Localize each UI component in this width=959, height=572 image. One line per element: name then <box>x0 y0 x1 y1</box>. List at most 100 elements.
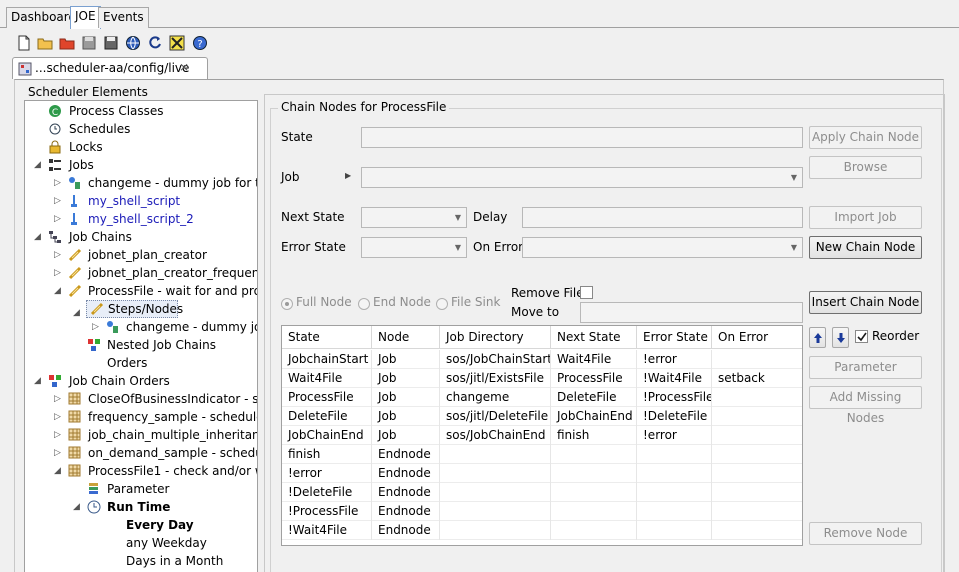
table-row[interactable]: JobchainStart Job sos/JobChainStart Wait4Fi… <box>282 350 802 369</box>
tree-item-every-day[interactable]: Every Day <box>25 516 257 534</box>
table-row[interactable]: finish Endnode <box>282 445 802 464</box>
table-row[interactable]: Wait4File Job sos/jitl/ExistsFile ProcessFi… <box>282 369 802 388</box>
table-row[interactable]: JobChainEnd Job sos/JobChainEnd finish !erro… <box>282 426 802 445</box>
collapse-arrow-icon[interactable]: ◢ <box>34 376 44 386</box>
chevron-down-icon: ▼ <box>790 173 798 182</box>
table-row[interactable]: !error Endnode <box>282 464 802 483</box>
end-node-radio[interactable]: End Node <box>358 295 438 313</box>
tree-item-nested-job-chains[interactable]: Nested Job Chains <box>25 336 257 354</box>
tree-item-order[interactable]: ▷ on_demand_sample - schedule t <box>25 444 257 462</box>
file-sink-radio[interactable]: File Sink <box>436 295 506 313</box>
reorder-checkbox[interactable]: Reorder <box>855 329 925 345</box>
reload-icon[interactable] <box>147 35 163 51</box>
tree-item-process-classes[interactable]: C Process Classes <box>25 102 257 120</box>
move-to-field[interactable] <box>580 302 803 323</box>
tab-joe[interactable]: JOE <box>70 6 101 29</box>
web-service-icon[interactable] <box>125 35 141 51</box>
open-folder-icon[interactable] <box>37 35 53 51</box>
on-error-combo[interactable]: ▼ <box>522 237 803 258</box>
tree-item-job-chain[interactable]: ▷ jobnet_plan_creator <box>25 246 257 264</box>
tree-item-job-chain-orders[interactable]: ◢ Job Chain Orders <box>25 372 257 390</box>
save-as-icon[interactable] <box>103 35 119 51</box>
open-remote-icon[interactable] <box>59 35 75 51</box>
insert-chain-node-button[interactable]: Insert Chain Node <box>809 291 922 314</box>
collapse-arrow-icon[interactable]: ◢ <box>73 502 83 512</box>
tree-item-order[interactable]: ▷ CloseOfBusinessIndicator - sche <box>25 390 257 408</box>
collapse-arrow-icon[interactable]: ◢ <box>54 466 64 476</box>
chain-nodes-table[interactable]: State Node Job Directory Next State Erro… <box>281 325 803 546</box>
remove-node-button[interactable]: Remove Node <box>809 522 922 545</box>
remove-file-checkbox[interactable] <box>580 286 593 299</box>
tree-item-job-chain[interactable]: ◢ ProcessFile - wait for and proces <box>25 282 257 300</box>
content-assist-arrow-icon: ▶ <box>345 171 352 180</box>
expand-arrow-icon[interactable]: ▷ <box>54 394 64 404</box>
expand-arrow-icon[interactable]: ▷ <box>54 448 64 458</box>
expand-arrow-icon[interactable]: ▷ <box>92 322 102 332</box>
table-row[interactable]: ProcessFile Job changeme DeleteFile !Process… <box>282 388 802 407</box>
table-cell: Wait4File <box>551 350 637 369</box>
table-row[interactable]: DeleteFile Job sos/jitl/DeleteFile JobChain… <box>282 407 802 426</box>
tree-item-node[interactable]: ▷ changeme - dummy job <box>25 318 257 336</box>
tree-item-order[interactable]: ◢ ProcessFile1 - check and/or wait <box>25 462 257 480</box>
column-header-error-state[interactable]: Error State <box>637 326 712 349</box>
table-cell <box>637 521 712 540</box>
browse-button[interactable]: Browse <box>809 156 922 179</box>
collapse-arrow-icon[interactable]: ◢ <box>34 160 44 170</box>
tree-item-run-time[interactable]: ◢ Run Time <box>25 498 257 516</box>
move-down-button[interactable] <box>832 327 849 348</box>
tree-item-orders[interactable]: Orders <box>25 354 257 372</box>
table-cell <box>551 445 637 464</box>
state-field[interactable] <box>361 127 803 148</box>
tree-item-job[interactable]: ▷ my_shell_script <box>25 192 257 210</box>
delay-field[interactable] <box>522 207 803 228</box>
expand-arrow-icon[interactable]: ▷ <box>54 196 64 206</box>
tree-item-job[interactable]: ▷ my_shell_script_2 <box>25 210 257 228</box>
editor-tab[interactable]: ...scheduler-aa/config/live ⨯ <box>12 57 208 79</box>
expand-arrow-icon[interactable]: ▷ <box>54 178 64 188</box>
add-missing-nodes-button[interactable]: Add Missing Nodes <box>809 386 922 425</box>
tree-item-days-in-month[interactable]: Days in a Month <box>25 552 257 570</box>
tree-item-job-chain[interactable]: ▷ jobnet_plan_creator_frequency <box>25 264 257 282</box>
tree-item-locks[interactable]: Locks <box>25 138 257 156</box>
tree-item-job-chains[interactable]: ◢ Job Chains <box>25 228 257 246</box>
error-state-combo[interactable]: ▼ <box>361 237 467 258</box>
job-combo[interactable]: ▼ <box>361 167 803 188</box>
column-header-next-state[interactable]: Next State <box>551 326 637 349</box>
tree-item-order[interactable]: ▷ job_chain_multiple_inheritance_ <box>25 426 257 444</box>
column-header-state[interactable]: State <box>282 326 372 349</box>
new-file-icon[interactable] <box>16 35 32 51</box>
apply-chain-node-button[interactable]: Apply Chain Node <box>809 126 922 149</box>
expand-arrow-icon[interactable]: ▷ <box>54 268 64 278</box>
import-job-button[interactable]: Import Job <box>809 206 922 229</box>
parameter-button[interactable]: Parameter <box>809 356 922 379</box>
move-up-button[interactable] <box>809 327 826 348</box>
help-icon[interactable]: ? <box>192 35 208 51</box>
tree-item-any-weekday[interactable]: any Weekday <box>25 534 257 552</box>
tab-events[interactable]: Events <box>98 7 149 28</box>
tree-item-job[interactable]: ▷ changeme - dummy job for the <box>25 174 257 192</box>
new-chain-node-button[interactable]: New Chain Node <box>809 236 922 259</box>
close-icon[interactable]: ⨯ <box>179 60 189 74</box>
collapse-arrow-icon[interactable]: ◢ <box>73 308 83 318</box>
table-row[interactable]: !Wait4File Endnode <box>282 521 802 540</box>
tree-item-schedules[interactable]: Schedules <box>25 120 257 138</box>
expand-arrow-icon[interactable]: ▷ <box>54 430 64 440</box>
tree-item-jobs[interactable]: ◢ Jobs <box>25 156 257 174</box>
save-icon[interactable] <box>81 35 97 51</box>
expand-arrow-icon[interactable]: ▷ <box>54 412 64 422</box>
tree-item-parameter[interactable]: Parameter <box>25 480 257 498</box>
column-header-node[interactable]: Node <box>372 326 440 349</box>
column-header-on-error[interactable]: On Error <box>712 326 802 349</box>
expand-arrow-icon[interactable]: ▷ <box>54 250 64 260</box>
tree-item-order[interactable]: ▷ frequency_sample - schedule th <box>25 408 257 426</box>
column-header-job-directory[interactable]: Job Directory <box>440 326 551 349</box>
xml-icon[interactable] <box>169 35 185 51</box>
table-row[interactable]: !DeleteFile Endnode <box>282 483 802 502</box>
collapse-arrow-icon[interactable]: ◢ <box>34 232 44 242</box>
on-error-label: On Error <box>473 240 524 254</box>
next-state-combo[interactable]: ▼ <box>361 207 467 228</box>
tree-item-steps-nodes[interactable]: Steps/Nodes <box>86 300 183 318</box>
table-row[interactable]: !ProcessFile Endnode <box>282 502 802 521</box>
collapse-arrow-icon[interactable]: ◢ <box>54 286 64 296</box>
expand-arrow-icon[interactable]: ▷ <box>54 214 64 224</box>
